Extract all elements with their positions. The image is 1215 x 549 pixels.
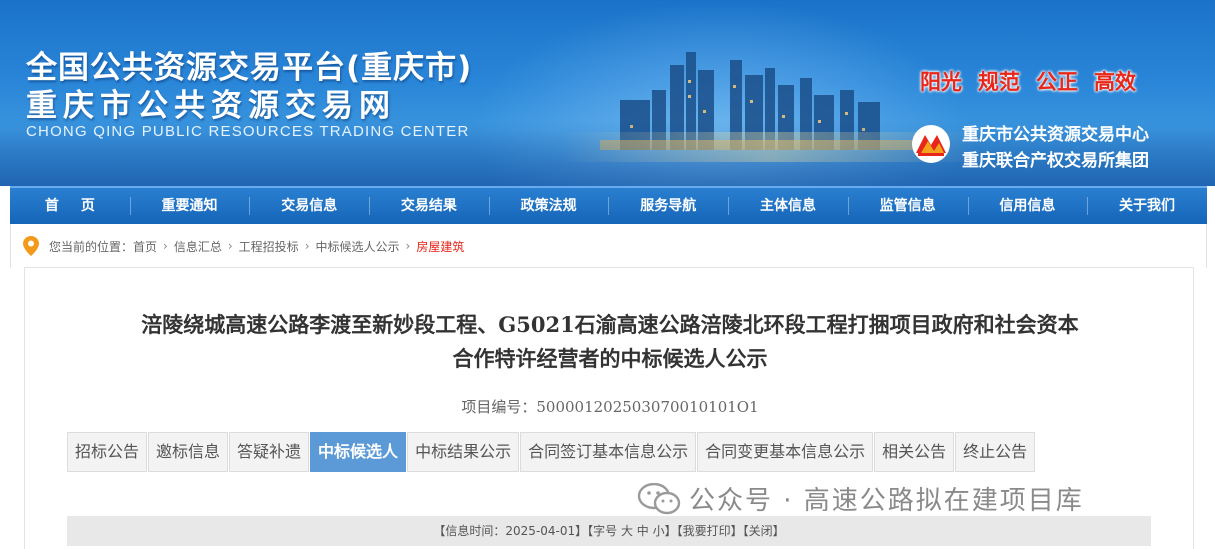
slogan-item: 规范 <box>978 70 1020 94</box>
location-pin-icon <box>23 236 39 256</box>
nav-item-entity-info[interactable]: 主体信息 <box>728 188 848 224</box>
nav-item-credit-info[interactable]: 信用信息 <box>967 188 1088 224</box>
info-toolbar[interactable]: 【信息时间：2025-04-01】【字号 大 中 小】【我要打印】【关闭】 <box>67 516 1151 546</box>
breadcrumb-separator: › <box>227 239 233 253</box>
tab-contract-signing[interactable]: 合同签订基本信息公示 <box>520 432 697 472</box>
breadcrumb-separator: › <box>163 239 168 253</box>
project-number-value: 500001202503070010101O1 <box>536 398 759 416</box>
slogan-item: 公正 <box>1036 70 1078 94</box>
article-title-line2: 合作特许经营者的中标候选人公示 <box>452 346 768 371</box>
nav-item-policies[interactable]: 政策法规 <box>488 188 609 224</box>
article-panel: 涪陵绕城高速公路李渡至新妙段工程、G5021石渝高速公路涪陵北环段工程打捆项目政… <box>24 267 1194 549</box>
wechat-icon <box>637 482 681 514</box>
nav-item-home[interactable]: 首页 <box>10 188 130 224</box>
nav-item-about-us[interactable]: 关于我们 <box>1087 188 1207 224</box>
project-number: 项目编号：500001202503070010101O1 <box>25 396 1195 417</box>
article-title-line1: 涪陵绕城高速公路李渡至新妙段工程、G5021石渝高速公路涪陵北环段工程打捆项目政… <box>141 312 1079 337</box>
wechat-watermark: 公众号 · 高速公路拟在建项目库 <box>637 480 1084 517</box>
article-title: 涪陵绕城高速公路李渡至新妙段工程、G5021石渝高速公路涪陵北环段工程打捆项目政… <box>25 308 1195 376</box>
nav-item-notices[interactable]: 重要通知 <box>129 188 250 224</box>
nav-item-supervision[interactable]: 监管信息 <box>847 188 968 224</box>
tab-clarifications[interactable]: 答疑补遗 <box>229 432 310 472</box>
nav-item-service-guide[interactable]: 服务导航 <box>608 188 728 224</box>
main-nav: 首页 重要通知 交易信息 交易结果 政策法规 服务导航 主体信息 监管信息 信用… <box>10 186 1207 224</box>
tab-termination-notice[interactable]: 终止公告 <box>955 432 1036 472</box>
slogan-item: 阳光 <box>920 70 962 94</box>
notice-tabs: 招标公告 邀标信息 答疑补遗 中标候选人 中标结果公示 合同签订基本信息公示 合… <box>67 432 1036 472</box>
breadcrumb-link-bidding[interactable]: 工程招投标 <box>239 238 299 255</box>
nav-item-trading-results[interactable]: 交易结果 <box>369 188 489 224</box>
watermark-text: 公众号 · 高速公路拟在建项目库 <box>689 486 1084 516</box>
tab-winning-candidates[interactable]: 中标候选人 <box>310 432 407 472</box>
tab-related-notices[interactable]: 相关公告 <box>874 432 955 472</box>
site-banner: 全国公共资源交易平台(重庆市) 重庆市公共资源交易网 CHONG QING PU… <box>0 0 1215 186</box>
site-title-english: CHONG QING PUBLIC RESOURCES TRADING CENT… <box>26 123 470 140</box>
nav-item-trading-info[interactable]: 交易信息 <box>249 188 369 224</box>
breadcrumb-separator: › <box>405 239 411 253</box>
tab-invitation-info[interactable]: 邀标信息 <box>148 432 229 472</box>
exchange-logo-icon <box>912 125 950 163</box>
slogan-group: 阳光 规范 公正 高效 <box>920 66 1136 96</box>
breadcrumb: 您当前的位置： 首页 › 信息汇总 › 工程招投标 › 中标候选人公示 › 房屋… <box>10 224 1207 268</box>
org-name-1: 重庆市公共资源交易中心 <box>962 125 1149 145</box>
breadcrumb-separator: › <box>304 239 310 253</box>
breadcrumb-current[interactable]: 房屋建筑 <box>416 238 464 255</box>
site-title-line2: 重庆市公共资源交易网 <box>26 88 396 124</box>
tab-contract-changes[interactable]: 合同变更基本信息公示 <box>697 432 874 472</box>
breadcrumb-link-home[interactable]: 首页 <box>133 238 157 255</box>
breadcrumb-link-summary[interactable]: 信息汇总 <box>174 238 222 255</box>
tab-tender-notice[interactable]: 招标公告 <box>67 432 148 472</box>
tab-award-results[interactable]: 中标结果公示 <box>407 432 520 472</box>
project-number-label: 项目编号： <box>461 398 537 416</box>
breadcrumb-prefix: 您当前的位置： <box>49 239 134 254</box>
org-name-2: 重庆联合产权交易所集团 <box>962 151 1149 171</box>
slogan-item: 高效 <box>1094 70 1136 94</box>
breadcrumb-link-candidates[interactable]: 中标候选人公示 <box>316 238 400 255</box>
